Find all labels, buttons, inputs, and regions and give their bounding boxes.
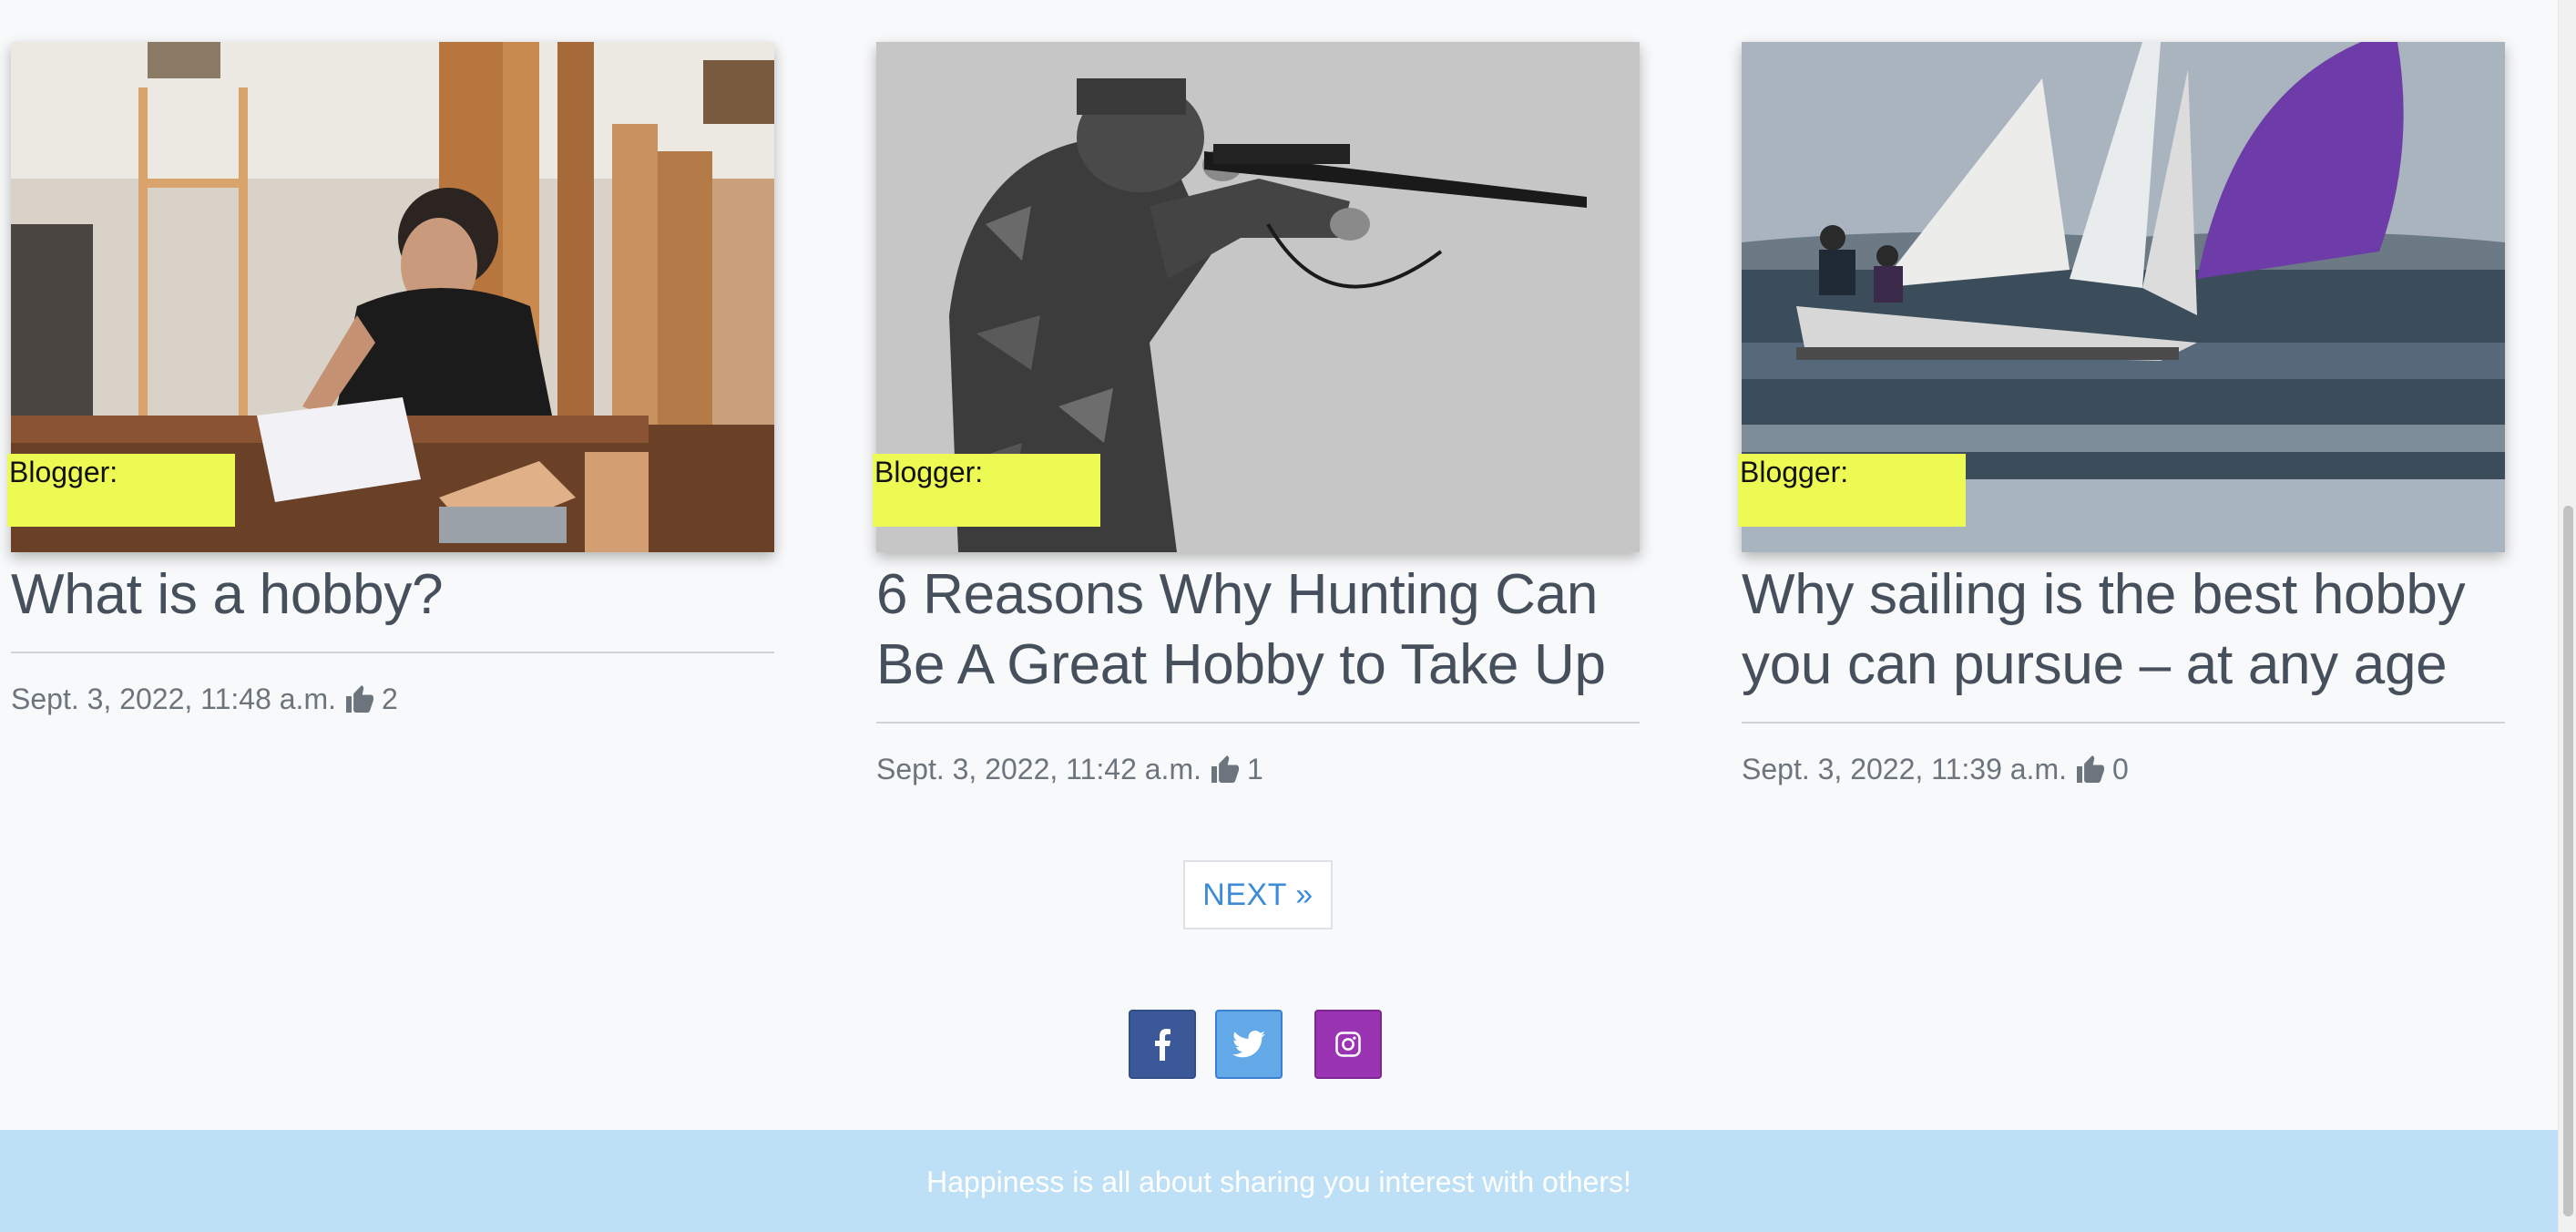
thumbs-up-icon[interactable] xyxy=(2074,753,2107,785)
site-footer: Happiness is all about sharing you inter… xyxy=(0,1130,2558,1232)
blogger-label: Blogger: xyxy=(1738,454,1966,527)
twitter-button[interactable] xyxy=(1215,1010,1283,1079)
thumbs-up-icon[interactable] xyxy=(1209,753,1242,785)
like-count: 1 xyxy=(1246,753,1263,785)
divider xyxy=(876,722,1640,724)
next-page-button[interactable]: NEXT » xyxy=(1183,860,1333,929)
post-meta: Sept. 3, 2022, 11:39 a.m. 0 xyxy=(1742,751,2507,787)
post-image-sailing[interactable]: Blogger: xyxy=(1738,42,2505,552)
post-card: Blogger: 6 Reasons Why Hunting Can Be A … xyxy=(873,42,1641,787)
twitter-icon xyxy=(1232,1031,1265,1058)
blog-list-page: Blogger: What is a hobby? Sept. 3, 2022,… xyxy=(0,0,2576,1232)
thumbs-up-icon[interactable] xyxy=(343,683,376,715)
post-meta: Sept. 3, 2022, 11:42 a.m. 1 xyxy=(876,751,1641,787)
post-date: Sept. 3, 2022, 11:39 a.m. xyxy=(1742,753,2067,785)
post-title[interactable]: What is a hobby? xyxy=(11,560,776,630)
post-title[interactable]: 6 Reasons Why Hunting Can Be A Great Hob… xyxy=(876,560,1641,700)
post-date: Sept. 3, 2022, 11:42 a.m. xyxy=(876,753,1201,785)
post-date: Sept. 3, 2022, 11:48 a.m. xyxy=(11,683,336,715)
blogger-label: Blogger: xyxy=(7,454,235,527)
divider xyxy=(1742,722,2505,724)
post-image-woodworking[interactable]: Blogger: xyxy=(7,42,774,552)
instagram-button[interactable] xyxy=(1314,1010,1382,1079)
facebook-button[interactable] xyxy=(1129,1010,1196,1079)
facebook-icon xyxy=(1155,1029,1170,1061)
post-card: Blogger: What is a hobby? Sept. 3, 2022,… xyxy=(7,42,776,717)
post-title[interactable]: Why sailing is the best hobby you can pu… xyxy=(1742,560,2507,700)
post-meta: Sept. 3, 2022, 11:48 a.m. 2 xyxy=(11,681,776,717)
post-image-hunting[interactable]: Blogger: xyxy=(873,42,1640,552)
scrollbar-thumb[interactable] xyxy=(2563,506,2573,1217)
like-count: 2 xyxy=(381,683,398,715)
blogger-label: Blogger: xyxy=(873,454,1100,527)
vertical-scrollbar[interactable] xyxy=(2558,0,2576,1232)
instagram-icon xyxy=(1335,1032,1361,1057)
footer-tagline: Happiness is all about sharing you inter… xyxy=(926,1165,1631,1198)
divider xyxy=(11,652,774,653)
post-card: Blogger: Why sailing is the best hobby y… xyxy=(1738,42,2507,787)
like-count: 0 xyxy=(2111,753,2129,785)
